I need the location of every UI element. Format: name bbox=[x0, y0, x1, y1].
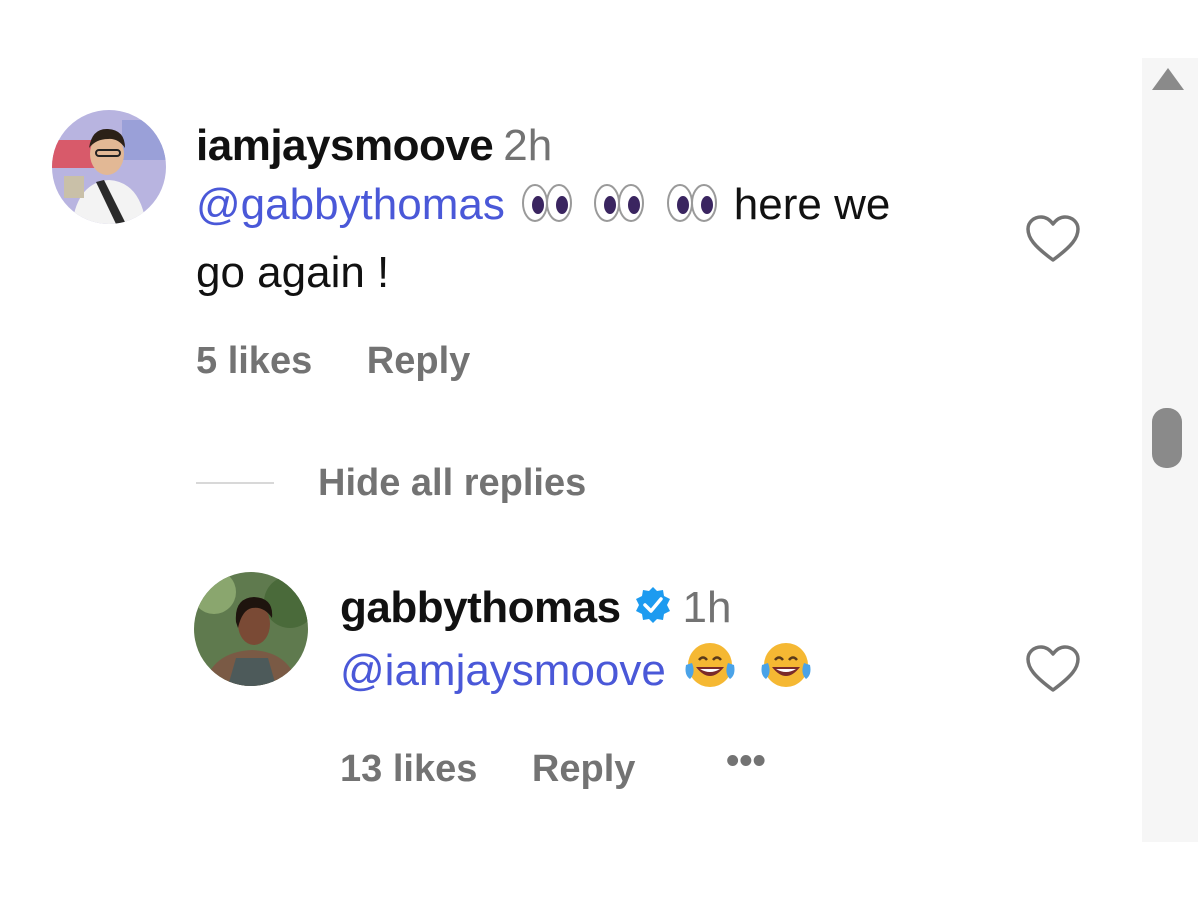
timestamp[interactable]: 2h bbox=[503, 121, 552, 170]
hide-replies-label[interactable]: Hide all replies bbox=[318, 462, 586, 505]
avatar-gabbythomas[interactable] bbox=[194, 572, 308, 686]
reply-button[interactable]: Reply bbox=[367, 340, 470, 383]
comment-actions: 5 likes Reply bbox=[196, 340, 470, 383]
eyes-emoji-icon bbox=[521, 180, 573, 242]
eyes-emoji-icon bbox=[593, 180, 645, 242]
scrollbar[interactable] bbox=[1142, 58, 1198, 842]
comment-text: @iamjaysmoove bbox=[340, 639, 1000, 708]
comment-header: gabbythomas 1h bbox=[340, 580, 1000, 639]
reply-button[interactable]: Reply bbox=[532, 748, 635, 791]
comment-body: gabbythomas 1h @iamjaysmoove 13 likes Rep… bbox=[340, 580, 1000, 790]
comment-text-line2: go again ! bbox=[196, 248, 390, 297]
heart-outline-icon[interactable] bbox=[1024, 644, 1082, 699]
comment-text-line1: here we bbox=[733, 180, 891, 229]
mention-link[interactable]: @gabbythomas bbox=[196, 180, 505, 229]
comment-actions: 13 likes Reply ••• bbox=[340, 740, 766, 791]
verified-badge-icon bbox=[633, 583, 673, 639]
tears-of-joy-emoji-icon bbox=[758, 639, 814, 708]
avatar-iamjaysmoove[interactable] bbox=[52, 110, 166, 224]
more-options-button[interactable]: ••• bbox=[726, 740, 766, 783]
scrollbar-thumb[interactable] bbox=[1152, 408, 1182, 468]
username-link[interactable]: gabbythomas bbox=[340, 583, 621, 632]
mention-link[interactable]: @iamjaysmoove bbox=[340, 646, 666, 695]
scroll-up-arrow-icon[interactable] bbox=[1148, 62, 1188, 103]
likes-count[interactable]: 5 likes bbox=[196, 340, 312, 383]
likes-count[interactable]: 13 likes bbox=[340, 748, 477, 791]
thread-divider bbox=[196, 482, 274, 484]
timestamp[interactable]: 1h bbox=[683, 583, 732, 632]
heart-outline-icon[interactable] bbox=[1024, 214, 1082, 269]
comment-text: @gabbythomas here we go again ! bbox=[196, 174, 996, 304]
username-link[interactable]: iamjaysmoove bbox=[196, 121, 494, 170]
comment-body: iamjaysmoove 2h @gabbythomas here we go a… bbox=[196, 118, 996, 382]
tears-of-joy-emoji-icon bbox=[682, 639, 738, 708]
eyes-emoji-icon bbox=[666, 180, 718, 242]
comment-header: iamjaysmoove 2h bbox=[196, 118, 996, 174]
